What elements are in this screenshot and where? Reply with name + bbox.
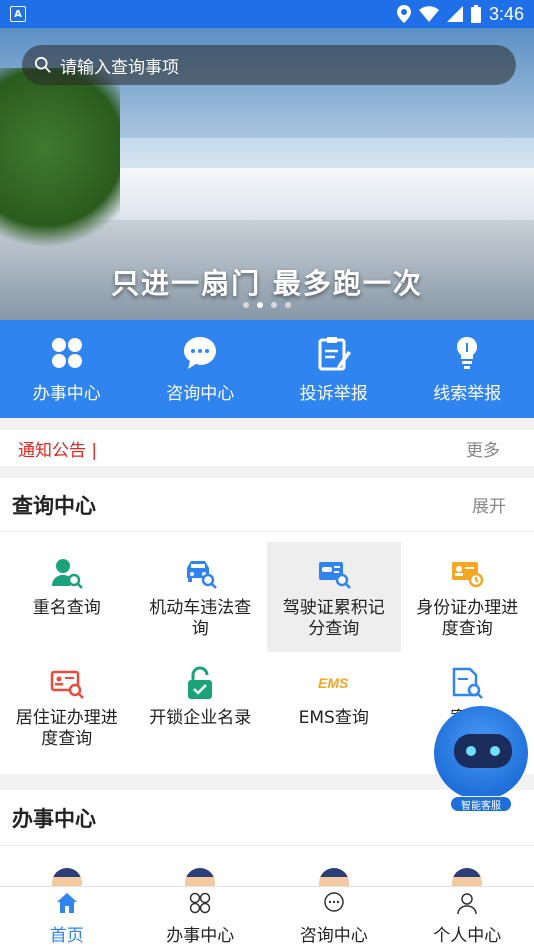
tab-personal-center[interactable]: 个人中心 bbox=[401, 887, 534, 950]
robot-badge: 智能客服 bbox=[450, 796, 512, 812]
query-item-vehicle-violation[interactable]: 机动车违法查询 bbox=[134, 542, 268, 652]
query-item-label: 重名查询 bbox=[32, 598, 101, 618]
chat-icon bbox=[324, 892, 344, 912]
banner-dot-active[interactable] bbox=[257, 302, 263, 308]
apps-icon bbox=[51, 337, 82, 368]
quick-nav-label: 办事中心 bbox=[32, 383, 101, 404]
banner-pagination bbox=[0, 302, 534, 308]
battery-icon bbox=[470, 5, 481, 23]
notice-bar[interactable]: 通知公告 | 更多 bbox=[0, 430, 534, 466]
tab-label: 个人中心 bbox=[433, 926, 502, 946]
quick-nav-label: 咨询中心 bbox=[166, 383, 235, 404]
id-card-clock-icon bbox=[452, 562, 484, 588]
quick-nav-clue-report[interactable]: 线索举报 bbox=[401, 320, 534, 418]
query-item-label: 身份证办理进度查询 bbox=[416, 598, 519, 639]
location-icon bbox=[396, 5, 411, 23]
wifi-icon bbox=[418, 6, 439, 22]
status-time: 3:46 bbox=[488, 3, 524, 24]
query-item-label: EMS查询 bbox=[298, 708, 369, 728]
notice-more-link[interactable]: 更多 bbox=[466, 436, 522, 461]
search-icon bbox=[34, 56, 51, 73]
quick-nav: 办事中心 咨询中心 投诉举报 线索举报 bbox=[0, 320, 534, 418]
query-item-label: 开锁企业名录 bbox=[149, 708, 252, 728]
banner-slogan: 只进一扇门 最多跑一次 bbox=[111, 267, 423, 300]
license-search-icon bbox=[318, 562, 351, 589]
tab-label: 办事中心 bbox=[166, 926, 235, 946]
search-placeholder: 请输入查询事项 bbox=[60, 57, 179, 78]
robot-eye bbox=[466, 746, 476, 756]
lightbulb-icon bbox=[457, 336, 478, 369]
person-search-icon bbox=[51, 559, 83, 589]
signal-icon bbox=[446, 6, 463, 22]
query-item-label: 机动车违法查询 bbox=[149, 598, 252, 639]
person-icon bbox=[457, 893, 477, 915]
bottom-tab-bar: 首页 办事中心 咨询中心 个人中心 bbox=[0, 886, 534, 950]
quick-nav-consult-center[interactable]: 咨询中心 bbox=[134, 320, 268, 418]
robot-face bbox=[454, 734, 512, 768]
tab-office-center[interactable]: 办事中心 bbox=[134, 887, 268, 950]
office-center-items bbox=[0, 846, 534, 890]
search-input[interactable]: 请输入查询事项 bbox=[22, 45, 516, 85]
query-item-residence-permit[interactable]: 居住证办理进度查询 bbox=[0, 652, 134, 762]
quick-nav-complaint-report[interactable]: 投诉举报 bbox=[267, 320, 401, 418]
home-icon bbox=[56, 893, 77, 913]
robot-eye bbox=[490, 746, 500, 756]
document-search-icon bbox=[453, 667, 484, 699]
quick-nav-label: 投诉举报 bbox=[299, 383, 368, 404]
smart-customer-service-button[interactable]: 智能客服 bbox=[432, 706, 530, 812]
query-item-label: 驾驶证累积记分查询 bbox=[282, 598, 385, 639]
ems-icon: EMS bbox=[318, 675, 349, 691]
clipboard-edit-icon bbox=[318, 336, 351, 370]
unlock-icon bbox=[188, 666, 213, 699]
app-notification-icon: A bbox=[10, 6, 26, 22]
query-center-title: 查询中心 bbox=[12, 493, 96, 518]
residence-card-search-icon bbox=[50, 670, 84, 699]
query-item-unlock-companies[interactable]: 开锁企业名录 bbox=[134, 652, 268, 762]
banner-dot[interactable] bbox=[285, 302, 291, 308]
tab-consult-center[interactable]: 咨询中心 bbox=[267, 887, 401, 950]
query-item-ems[interactable]: EMS EMS查询 bbox=[267, 652, 401, 762]
query-item-label: 居住证办理进度查询 bbox=[15, 708, 118, 749]
tab-label: 首页 bbox=[49, 926, 84, 946]
query-center-header: 查询中心 展开 bbox=[0, 478, 534, 532]
tab-home[interactable]: 首页 bbox=[0, 887, 134, 950]
status-bar: A 3:46 bbox=[0, 0, 534, 28]
car-search-icon bbox=[187, 561, 218, 589]
tab-label: 咨询中心 bbox=[299, 926, 368, 946]
query-item-license-points[interactable]: 驾驶证累积记分查询 bbox=[267, 542, 401, 652]
banner-plant bbox=[0, 68, 120, 268]
robot-icon bbox=[434, 706, 528, 800]
apps-icon bbox=[190, 892, 211, 914]
query-item-name-duplicate[interactable]: 重名查询 bbox=[0, 542, 134, 652]
notice-label: 通知公告 | bbox=[18, 440, 98, 461]
quick-nav-label: 线索举报 bbox=[433, 383, 502, 404]
query-center-expand-button[interactable]: 展开 bbox=[472, 492, 522, 517]
banner-dot[interactable] bbox=[243, 302, 249, 308]
chat-icon bbox=[184, 336, 217, 369]
svg-text:EMS: EMS bbox=[318, 675, 349, 691]
banner-dot[interactable] bbox=[271, 302, 277, 308]
office-center-title: 办事中心 bbox=[12, 806, 96, 831]
query-item-id-card-progress[interactable]: 身份证办理进度查询 bbox=[401, 542, 534, 652]
quick-nav-office-center[interactable]: 办事中心 bbox=[0, 320, 134, 418]
